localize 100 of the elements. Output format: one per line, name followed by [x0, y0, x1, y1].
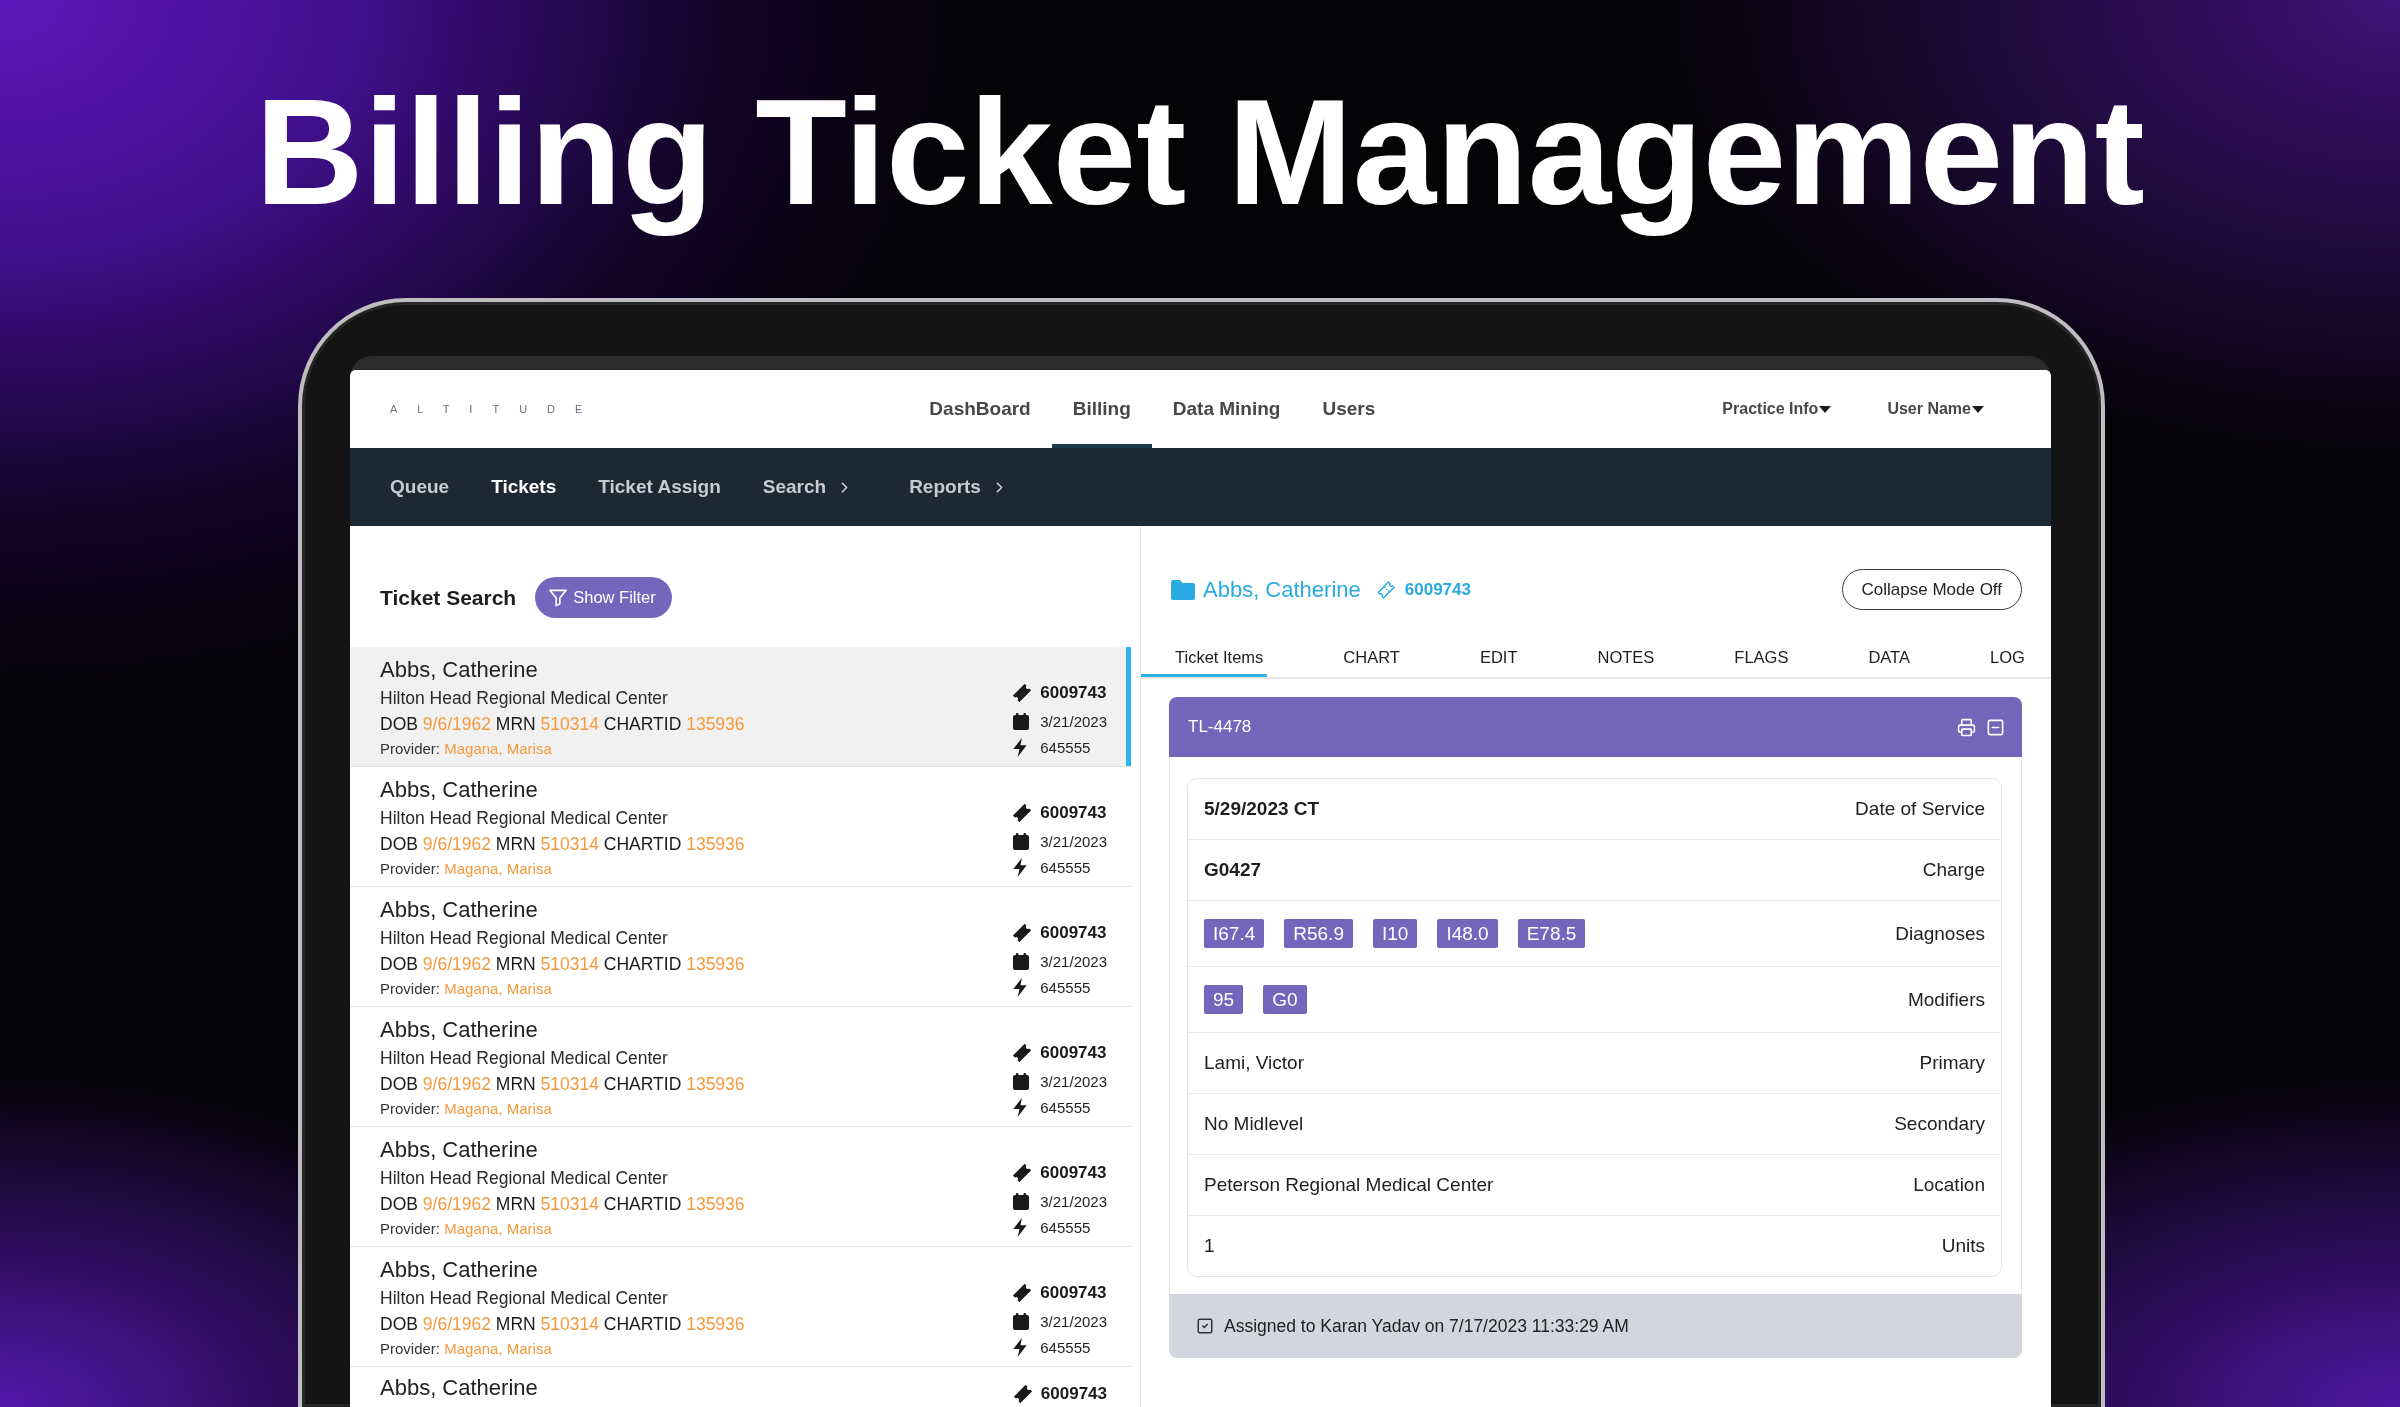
print-icon[interactable] — [1957, 717, 1976, 737]
ticket-number: 6009743 — [1040, 923, 1107, 943]
dropdown-menu[interactable]: User Name — [1887, 400, 1984, 418]
provider-line: Provider: Magana, Marisa — [380, 1219, 553, 1239]
ticket-icon — [1013, 804, 1032, 822]
detail-value: G0427 — [1204, 858, 1262, 882]
calendar-icon — [1013, 832, 1030, 850]
detail-label: Date of Service — [1855, 797, 1985, 821]
nav-tab[interactable]: Billing — [1051, 370, 1152, 448]
sub-nav-tab[interactable]: Queue — [390, 448, 450, 526]
ticket-icon — [1013, 1284, 1032, 1302]
nav-tab[interactable]: Users — [1301, 370, 1397, 448]
patient-id-line: DOB 9/6/1962 MRN 510314 CHARTID 135936 — [380, 713, 745, 736]
ticket-item-id: TL-4478 — [1188, 717, 1252, 737]
patient-id-line: DOB 9/6/1962 MRN 510314 CHARTID 135936 — [380, 833, 745, 856]
patient-id-line: DOB 9/6/1962 MRN 510314 CHARTID 135936 — [380, 1073, 745, 1096]
bolt-icon — [1013, 1097, 1028, 1117]
ticket-number: 6009743 — [1040, 1163, 1107, 1183]
code-tag: I10 — [1372, 919, 1418, 948]
provider-line: Provider: Magana, Marisa — [380, 739, 553, 759]
sub-nav-tab[interactable]: Search — [762, 448, 868, 526]
assignment-text: Assigned to Karan Yadav on 7/17/2023 11:33:29 AM — [1224, 1315, 1629, 1337]
calendar-icon — [1013, 1072, 1030, 1090]
detail-tab[interactable]: NOTES — [1563, 636, 1659, 677]
ticket-number: 6009743 — [1040, 1043, 1107, 1063]
detail-tab[interactable]: LOG — [1956, 636, 2029, 677]
page-title: Billing Ticket Management — [255, 70, 2145, 235]
patient-name: Abbs, Catherine — [380, 656, 539, 684]
checkbox-icon — [1196, 1317, 1214, 1335]
bolt-icon — [1013, 1217, 1028, 1237]
bolt-icon — [1013, 737, 1028, 757]
sub-nav-tab[interactable]: Ticket Assign — [598, 448, 721, 526]
provider-line: Provider: Magana, Marisa — [380, 979, 553, 999]
ticket-date: 3/21/2023 — [1040, 952, 1107, 970]
filter-icon — [549, 588, 568, 607]
provider-line: Provider: Magana, Marisa — [380, 1339, 553, 1359]
code-tag: 95 — [1204, 985, 1244, 1014]
ticket-icon — [1376, 580, 1395, 599]
detail-tab[interactable]: EDIT — [1445, 636, 1522, 677]
detail-label: Units — [1941, 1234, 1985, 1258]
ticket-code: 645555 — [1040, 1218, 1092, 1236]
detail-label: Secondary — [1894, 1112, 1985, 1136]
detail-label: Diagnoses — [1895, 921, 1985, 946]
nav-tab[interactable]: DashBoard — [908, 370, 1052, 448]
detail-value: Peterson Regional Medical Center — [1204, 1173, 1494, 1197]
detail-value: Lami, Victor — [1204, 1051, 1304, 1075]
ticket-number: 6009743 — [1404, 579, 1471, 600]
nav-tab[interactable]: Data Mining — [1151, 370, 1302, 448]
ticket-code: 645555 — [1040, 1338, 1092, 1356]
facility-name: Hilton Head Regional Medical Center — [380, 1167, 669, 1190]
bolt-icon — [1013, 977, 1028, 997]
ticket-icon — [1013, 684, 1032, 702]
code-tag: I48.0 — [1437, 919, 1498, 948]
patient-name: Abbs, Catherine — [380, 896, 539, 924]
show-filter-button[interactable]: Show Filter — [535, 577, 672, 618]
caret-icon — [1819, 405, 1832, 413]
detail-value: 1 — [1204, 1234, 1215, 1258]
ticket-icon — [1013, 1164, 1032, 1182]
ticket-code: 645555 — [1040, 978, 1092, 996]
patient-name: Abbs, Catherine — [380, 776, 539, 804]
ticket-list-item[interactable]: Abbs, Catherine Hilton Head Regional Medical Center DOB 9/6/1962 MRN 510314 CHARTID 135936 Provider: Magana, Marisa 6009743 3/21/2023 645555 — [350, 647, 1131, 767]
ticket-icon — [1013, 924, 1032, 942]
detail-value: No Midlevel — [1204, 1112, 1304, 1136]
facility-name: Hilton Head Regional Medical Center — [380, 1287, 669, 1310]
ticket-date: 3/21/2023 — [1040, 712, 1107, 730]
detail-label: Primary — [1919, 1051, 1985, 1075]
dropdown-menu[interactable]: Practice Info — [1722, 400, 1832, 418]
folder-icon — [1171, 579, 1195, 600]
collapse-mode-button[interactable]: Collapse Mode Off — [1841, 569, 2022, 610]
patient-name: Abbs, Catherine — [380, 1256, 539, 1284]
minus-square-icon[interactable] — [1986, 717, 2005, 737]
ticket-date: 3/21/2023 — [1040, 1312, 1107, 1330]
detail-tab[interactable]: FLAGS — [1700, 636, 1793, 677]
provider-line: Provider: Magana, Marisa — [380, 1099, 553, 1119]
detail-tab[interactable]: Ticket Items — [1141, 636, 1268, 677]
ticket-number: 6009743 — [1040, 683, 1107, 703]
ticket-search-title: Ticket Search — [380, 584, 517, 611]
code-tag: I67.4 — [1204, 919, 1265, 948]
sub-nav-tab[interactable]: Tickets — [491, 448, 557, 526]
ticket-icon — [1013, 1044, 1032, 1062]
facility-name: Hilton Head Regional Medical Center — [380, 687, 669, 710]
detail-value: 5/29/2023 CT — [1204, 797, 1320, 821]
ticket-date: 3/21/2023 — [1040, 1072, 1107, 1090]
detail-tab[interactable]: DATA — [1834, 636, 1914, 677]
ticket-number: 6009743 — [1040, 803, 1107, 823]
detail-tab[interactable]: CHART — [1309, 636, 1404, 677]
calendar-icon — [1013, 1312, 1030, 1330]
patient-name: Abbs, Catherine — [380, 1374, 538, 1402]
code-tag: E78.5 — [1517, 919, 1586, 948]
patient-id-line: DOB 9/6/1962 MRN 510314 CHARTID 135936 — [380, 1313, 745, 1336]
caret-icon — [1972, 405, 1984, 413]
code-tag: G0 — [1263, 985, 1307, 1014]
detail-label: Modifiers — [1907, 987, 1985, 1012]
patient-name: Abbs, Catherine — [380, 1136, 539, 1164]
sub-nav-tab[interactable]: Reports — [909, 448, 1022, 526]
ticket-code: 645555 — [1040, 738, 1092, 756]
brand-logo: ALTITUDE — [390, 403, 603, 415]
bolt-icon — [1013, 857, 1028, 877]
ticket-code: 645555 — [1040, 858, 1092, 876]
ticket-code: 645555 — [1040, 1098, 1092, 1116]
